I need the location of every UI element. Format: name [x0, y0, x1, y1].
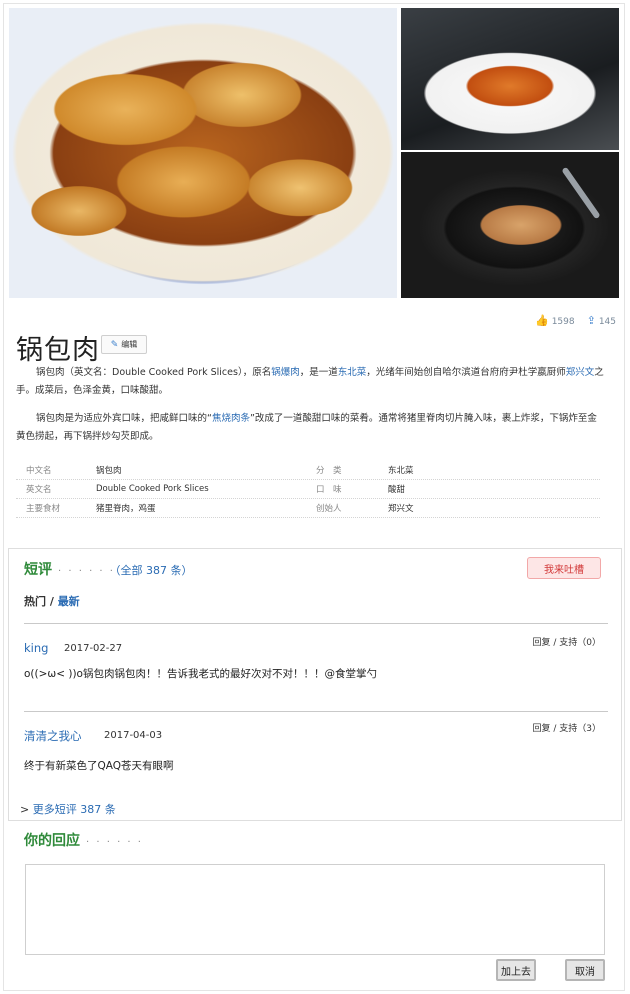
link-jiaoshaorou[interactable]: 焦烧肉条: [212, 413, 250, 424]
info-key: 口 味: [316, 485, 342, 495]
share-counter[interactable]: ⇪ 145: [587, 314, 616, 327]
write-review-button[interactable]: 我来吐槽: [527, 557, 601, 579]
info-key: 主要食材: [26, 504, 61, 514]
more-comments-link[interactable]: > 更多短评 387 条: [20, 801, 116, 817]
link-zhengxingwen[interactable]: 郑兴文: [566, 367, 595, 378]
info-row: 中文名 锅包肉 分 类 东北菜: [16, 461, 600, 480]
like-counter[interactable]: 👍 1598: [535, 314, 575, 327]
stats-bar: 👍 1598 ⇪ 145: [535, 314, 616, 327]
dish-photo-plated[interactable]: [401, 8, 619, 150]
info-value: 郑兴文: [388, 504, 414, 514]
info-table: 中文名 锅包肉 分 类 东北菜 英文名 Double Cooked Pork S…: [16, 461, 600, 518]
cancel-button[interactable]: 取消: [565, 959, 605, 981]
heading-dots: · · · · · ·: [86, 837, 143, 848]
comment-actions[interactable]: 回复 / 支持（3）: [533, 721, 601, 734]
sort-latest[interactable]: 最新: [58, 595, 80, 608]
dish-photo-main[interactable]: [9, 8, 397, 298]
reply-textarea[interactable]: [25, 864, 605, 955]
info-key: 创始人: [316, 504, 342, 514]
comment-user[interactable]: king: [24, 641, 48, 655]
share-count: 145: [598, 317, 616, 327]
comment-actions[interactable]: 回复 / 支持（0）: [533, 635, 601, 648]
comment-text: 终于有新菜色了QAQ苍天有眼啊: [24, 760, 174, 772]
edit-button[interactable]: ✎ 编辑: [101, 335, 147, 354]
info-value: 锅包肉: [96, 466, 122, 476]
more-arrow: >: [20, 803, 30, 816]
info-value: 猪里脊肉，鸡蛋: [96, 504, 156, 514]
divider: [24, 711, 608, 712]
comment-user[interactable]: 清清之我心: [24, 728, 82, 744]
comment-date: 2017-02-27: [64, 643, 123, 654]
sort-tabs: 热门 / 最新: [24, 595, 80, 608]
info-row: 主要食材 猪里脊肉，鸡蛋 创始人 郑兴文: [16, 499, 600, 518]
pencil-icon: ✎: [110, 339, 119, 350]
more-label: 更多短评 387 条: [29, 803, 116, 816]
info-key: 分 类: [316, 466, 342, 476]
divider: [24, 623, 608, 624]
share-icon: ⇪: [586, 314, 596, 327]
like-count: 1598: [551, 317, 575, 327]
reply-heading: 你的回应 · · · · · ·: [24, 833, 143, 849]
info-value: 酸甜: [388, 485, 406, 495]
comment-text: o((>ω< ))o锅包肉锅包肉！！告诉我老式的最好次对不对！！！@食堂掌勺: [24, 668, 377, 680]
sort-hot[interactable]: 热门: [24, 595, 46, 608]
link-dongbeicai[interactable]: 东北菜: [338, 367, 367, 378]
intro-paragraph-2: 锅包肉是为适应外宾口味，把咸鲜口味的“焦烧肉条”改成了一道酸甜口味的菜肴。通常将…: [16, 413, 597, 442]
comments-panel: 短评 · · · · · ·（全部 387 条） 我来吐槽 热门 / 最新 kin…: [8, 548, 622, 821]
heading-dots: · · · · · ·: [58, 566, 115, 577]
all-comments-link[interactable]: （全部 387 条）: [115, 564, 193, 577]
info-value: 东北菜: [388, 466, 414, 476]
submit-button[interactable]: 加上去: [496, 959, 536, 981]
info-key: 中文名: [26, 466, 52, 476]
info-key: 英文名: [26, 485, 52, 495]
dish-photo-wok[interactable]: [401, 152, 619, 298]
spatula-shape: [561, 166, 601, 220]
comments-heading: 短评 · · · · · ·（全部 387 条）: [24, 562, 193, 578]
info-value: Double Cooked Pork Slices: [96, 484, 209, 494]
comment-date: 2017-04-03: [104, 730, 163, 741]
info-row: 英文名 Double Cooked Pork Slices 口 味 酸甜: [16, 480, 600, 499]
thumbs-up-icon: 👍: [534, 314, 549, 327]
link-guobaorou[interactable]: 锅爆肉: [271, 367, 300, 378]
intro-paragraph-1: 锅包肉（英文名：Double Cooked Pork Slices），原名锅爆肉…: [16, 367, 604, 396]
edit-label: 编辑: [121, 340, 138, 349]
page-title: 锅包肉: [16, 335, 100, 366]
